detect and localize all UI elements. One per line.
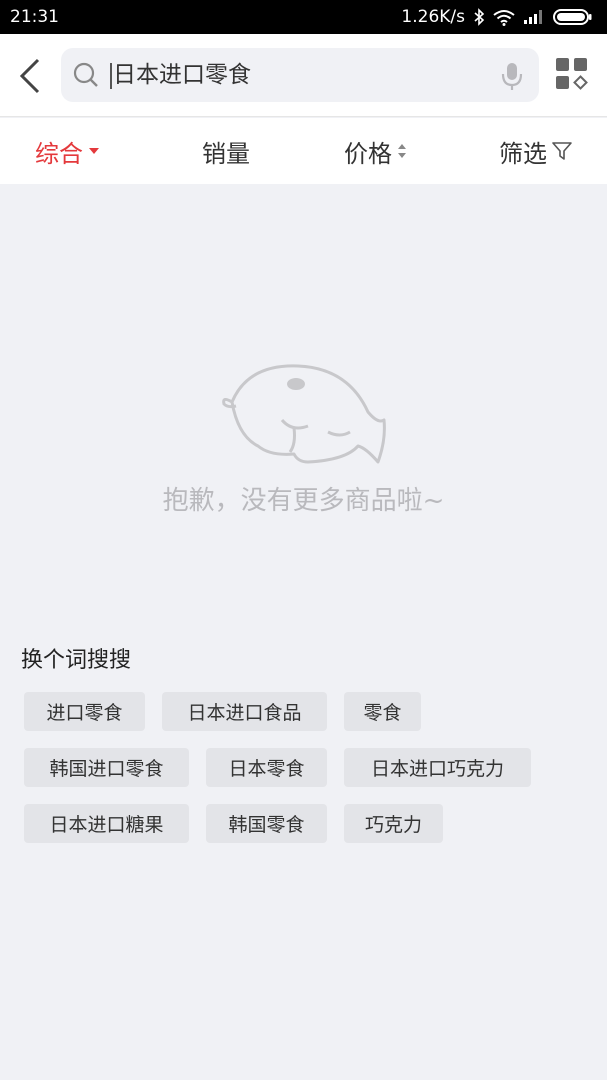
dropdown-triangle-icon: [89, 148, 99, 154]
empty-state-message: 抱歉，没有更多商品啦~: [162, 486, 445, 516]
signal-icon: [523, 9, 545, 25]
suggestion-chip[interactable]: 零食: [344, 692, 421, 731]
suggestion-chip[interactable]: 韩国进口零食: [24, 748, 189, 787]
search-icon: [73, 62, 99, 92]
sort-tabs: 综合 销量 价格 筛选: [0, 118, 607, 184]
search-input[interactable]: 日本进口零食: [61, 48, 539, 102]
tab-filter[interactable]: 筛选: [499, 118, 572, 184]
category-grid-icon[interactable]: [556, 58, 588, 90]
search-header: 日本进口零食: [0, 34, 607, 117]
tab-label: 价格: [344, 139, 392, 168]
suggestion-chip[interactable]: 进口零食: [24, 692, 145, 731]
status-bar: 21:31 1.26K/s: [0, 0, 607, 34]
search-query: 日本进口零食: [113, 62, 251, 88]
network-speed: 1.26K/s: [401, 7, 465, 27]
tab-label: 筛选: [499, 139, 547, 168]
text-cursor: [110, 63, 112, 89]
sort-arrows-icon: [398, 144, 406, 158]
tab-label: 销量: [202, 139, 250, 168]
suggestion-chip[interactable]: 韩国零食: [206, 804, 327, 843]
suggestion-chip[interactable]: 日本进口巧克力: [344, 748, 531, 787]
bluetooth-icon: [473, 8, 485, 26]
tab-price[interactable]: 价格: [344, 118, 407, 184]
suggestions-title: 换个词搜搜: [21, 648, 132, 673]
tab-label: 综合: [35, 139, 83, 168]
wifi-icon: [493, 9, 515, 26]
back-arrow-icon[interactable]: [16, 58, 48, 94]
suggestion-chip[interactable]: 日本进口糖果: [24, 804, 189, 843]
battery-icon: [553, 8, 593, 26]
microphone-icon[interactable]: [501, 61, 523, 95]
tab-sales[interactable]: 销量: [202, 118, 250, 184]
empty-mascot-icon: [218, 362, 390, 470]
suggestion-chip[interactable]: 巧克力: [344, 804, 443, 843]
filter-funnel-icon: [552, 142, 572, 160]
suggestion-chip[interactable]: 日本零食: [206, 748, 327, 787]
tab-comprehensive[interactable]: 综合: [35, 118, 100, 184]
suggestion-chip[interactable]: 日本进口食品: [162, 692, 327, 731]
status-time: 21:31: [10, 7, 59, 27]
